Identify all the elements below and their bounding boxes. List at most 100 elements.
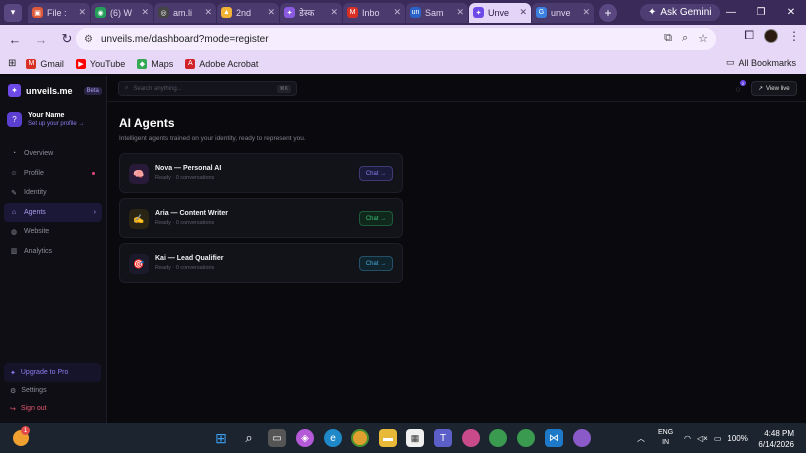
tab-title: (6) W bbox=[110, 7, 132, 18]
task-view-icon[interactable]: ▭ bbox=[268, 429, 286, 447]
brand[interactable]: ✦ unveils.me Beta bbox=[8, 84, 102, 97]
bookmark-item[interactable]: A Adobe Acrobat bbox=[185, 58, 258, 69]
agent-name: Kai — Lead Qualifier bbox=[155, 255, 224, 262]
ask-gemini-label: Ask Gemini bbox=[660, 7, 712, 18]
extensions-icon[interactable]: ⧠ bbox=[744, 28, 754, 43]
bookmark-item[interactable]: M Gmail bbox=[26, 58, 64, 69]
tab-favicon-icon: ◉ bbox=[95, 7, 106, 18]
sidebar-item-identity[interactable]: ✎ Identity bbox=[4, 183, 102, 202]
sidebar-item-overview[interactable]: ◔ Overview bbox=[4, 144, 102, 163]
gemini-icon: ✦ bbox=[648, 7, 657, 18]
tray-overflow-icon[interactable]: ︿ bbox=[637, 423, 645, 453]
site-settings-icon[interactable]: ⚙ bbox=[84, 34, 93, 45]
taskbar-search-icon[interactable]: ⌕ bbox=[240, 429, 258, 447]
clock[interactable]: 4:48 PM 6/14/2026 bbox=[758, 428, 794, 450]
search-input[interactable]: ⌕ Search anything... ⌘K bbox=[118, 81, 297, 96]
browser-tab[interactable]: ▲ 2nd ✕ bbox=[217, 2, 279, 23]
sidebar: ✦ unveils.me Beta ? Your Name Set up you… bbox=[0, 76, 107, 423]
chrome-profile-icon[interactable] bbox=[517, 429, 535, 447]
close-button[interactable]: ✕ bbox=[776, 0, 806, 25]
chat-button[interactable]: Chat → bbox=[359, 211, 393, 226]
browser-tab[interactable]: un Sam ✕ bbox=[406, 2, 468, 23]
upgrade-button[interactable]: ✦ Upgrade to Pro bbox=[4, 363, 101, 382]
tab-favicon-icon: ▣ bbox=[32, 7, 43, 18]
sidebar-item-website[interactable]: ◍ Website bbox=[4, 222, 102, 241]
bookmark-item[interactable]: ▶ YouTube bbox=[75, 58, 126, 69]
teams-icon[interactable]: T bbox=[434, 429, 452, 447]
address-bar[interactable]: ⚙ unveils.me/dashboard?mode=register ⧉ ⌕… bbox=[76, 28, 716, 50]
maximize-button[interactable]: ❐ bbox=[746, 0, 776, 25]
logout-icon: ↪ bbox=[10, 406, 16, 413]
apps-grid-icon[interactable]: ⊞ bbox=[8, 58, 16, 69]
tab-close-icon[interactable]: ✕ bbox=[393, 7, 401, 18]
window-controls: — ❐ ✕ bbox=[716, 0, 806, 25]
chat-button[interactable]: Chat → bbox=[359, 256, 393, 271]
browser-tab[interactable]: ◎ am.li ✕ bbox=[154, 2, 216, 23]
start-button[interactable]: ⊞ bbox=[212, 429, 230, 447]
bookmark-label: YouTube bbox=[89, 58, 126, 69]
tab-close-icon[interactable]: ✕ bbox=[582, 7, 590, 18]
tab-close-icon[interactable]: ✕ bbox=[330, 7, 338, 18]
nav-icon: ◔ bbox=[11, 150, 17, 157]
install-app-icon[interactable]: ⧉ bbox=[664, 32, 672, 45]
file-explorer-icon[interactable]: ▬ bbox=[379, 429, 397, 447]
vscode-icon[interactable]: ⋈ bbox=[545, 429, 563, 447]
notification-badge: 2 bbox=[740, 80, 746, 86]
tab-close-icon[interactable]: ✕ bbox=[141, 7, 149, 18]
sidebar-item-agents[interactable]: ⌂ Agents › bbox=[4, 202, 102, 222]
omnibox-actions: ⧉ ⌕ ☆ bbox=[664, 32, 708, 45]
system-tray[interactable]: ◠ ◁× ▭ 100% bbox=[684, 423, 748, 453]
tab-close-icon[interactable]: ✕ bbox=[456, 7, 464, 18]
weather-badge: 1 bbox=[21, 426, 30, 435]
new-tab-button[interactable]: + bbox=[599, 3, 617, 22]
tab-close-icon[interactable]: ✕ bbox=[78, 7, 86, 18]
chrome-profile-icon[interactable] bbox=[489, 429, 507, 447]
sidebar-item-analytics[interactable]: ▥ Analytics bbox=[4, 242, 102, 261]
forward-button[interactable]: → bbox=[30, 28, 52, 50]
minimize-button[interactable]: — bbox=[716, 0, 746, 25]
chrome-icon[interactable] bbox=[351, 429, 369, 447]
tab-close-icon[interactable]: ✕ bbox=[267, 7, 275, 18]
reload-button[interactable]: ↻ bbox=[56, 28, 78, 50]
view-live-button[interactable]: ↗ View live bbox=[751, 81, 797, 96]
browser-tab[interactable]: M Inbo ✕ bbox=[343, 2, 405, 23]
region-code: IN bbox=[662, 439, 670, 446]
chrome-profile-icon[interactable] bbox=[462, 429, 480, 447]
browser-tab[interactable]: ✦ डेस्क ✕ bbox=[280, 2, 342, 23]
language-indicator[interactable]: ENG IN bbox=[658, 428, 673, 448]
sidebar-item-profile[interactable]: ☺ Profile bbox=[4, 164, 102, 183]
bookmark-item[interactable]: ◆ Maps bbox=[137, 58, 173, 69]
bookmark-star-icon[interactable]: ☆ bbox=[698, 32, 708, 45]
brand-logo-icon: ✦ bbox=[8, 84, 21, 97]
tab-favicon-icon: un bbox=[410, 7, 421, 18]
setup-profile-link[interactable]: Set up your profile → bbox=[28, 121, 84, 127]
all-bookmarks-button[interactable]: ▭ All Bookmarks bbox=[726, 57, 796, 68]
sign-out-link[interactable]: ↪ Sign out bbox=[10, 405, 47, 413]
browser-tab[interactable]: ✦ Unve ✕ bbox=[469, 2, 531, 23]
tab-close-icon[interactable]: ✕ bbox=[519, 7, 527, 18]
tab-favicon-icon: ✦ bbox=[473, 7, 484, 18]
windows-taskbar: 1 ⊞ ⌕ ▭ ◈ e ▬ ▦ T ⋈ ︿ ENG IN ◠ ◁× ▭ 100%… bbox=[0, 423, 806, 453]
menu-kebab-icon[interactable]: ⋮ bbox=[788, 29, 800, 43]
agent-icon: ✍ bbox=[129, 209, 149, 229]
ask-gemini-button[interactable]: ✦ Ask Gemini bbox=[640, 4, 720, 21]
browser-tab[interactable]: Gunve ✕ bbox=[532, 2, 594, 23]
profile-avatar[interactable] bbox=[764, 28, 778, 43]
back-button[interactable]: ← bbox=[4, 28, 26, 50]
tab-title: Unve bbox=[488, 7, 510, 18]
tab-favicon-icon: G bbox=[536, 7, 547, 18]
browser-tab[interactable]: ▣ File : ✕ bbox=[28, 2, 90, 23]
store-icon[interactable]: ▦ bbox=[406, 429, 424, 447]
browser-tab[interactable]: ◉ (6) W ✕ bbox=[91, 2, 153, 23]
edge-icon[interactable]: e bbox=[324, 429, 342, 447]
chat-button[interactable]: Chat → bbox=[359, 166, 393, 181]
search-shortcut: ⌘K bbox=[276, 85, 291, 93]
tab-search-icon[interactable]: ▾ bbox=[4, 3, 22, 22]
tab-close-icon[interactable]: ✕ bbox=[204, 7, 212, 18]
chrome-profile-icon[interactable] bbox=[573, 429, 591, 447]
bookmarks-bar: ⊞ M Gmail ▶ YouTube ◆ Maps A Adobe Acrobat ▭ Al… bbox=[0, 53, 806, 74]
settings-link[interactable]: ⚙ Settings bbox=[10, 387, 47, 395]
user-card[interactable]: ? Your Name Set up your profile → bbox=[7, 112, 84, 127]
copilot-icon[interactable]: ◈ bbox=[296, 429, 314, 447]
zoom-icon[interactable]: ⌕ bbox=[682, 32, 688, 45]
